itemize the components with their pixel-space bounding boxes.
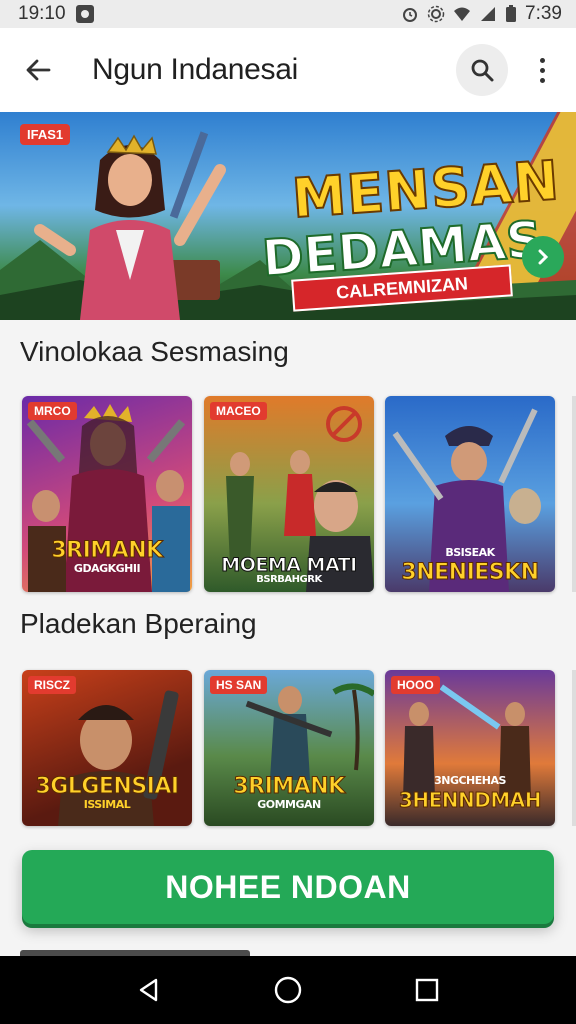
page-title: Ngun Indanesai — [92, 53, 298, 86]
card-caption: 3GLGENSIAI — [35, 774, 180, 800]
game-card[interactable]: RISCZ 3GLGENSIAI ISSIMAL — [22, 670, 192, 826]
back-arrow-icon — [26, 59, 51, 81]
card-tag: MRCO — [28, 402, 77, 420]
game-card[interactable]: MRCO 3RIMANK GDAGKGHII — [22, 396, 192, 592]
signal-icon — [481, 7, 496, 21]
notification-icon — [75, 5, 94, 23]
status-time: 19:10 — [18, 3, 66, 24]
alarm-icon — [403, 8, 418, 22]
card-subcaption: ISSIMAL — [83, 798, 131, 811]
card-tag: HS SAN — [210, 676, 268, 694]
card-subcaption: 3NGCHEHAS — [434, 774, 506, 787]
card-caption: 3HENNDMAH — [398, 788, 542, 813]
section-title-1: Vinolokaa Sesmasing — [20, 336, 289, 367]
card-caption: 3RIMANK — [51, 538, 164, 564]
game-card[interactable]: HOOO 3NGCHEHAS 3HENNDMAH — [385, 670, 555, 826]
hero-tag-badge: IFAS1 — [20, 124, 71, 145]
card-tag: RISCZ — [28, 676, 76, 694]
hero-character-art — [34, 131, 226, 320]
nav-recents-icon[interactable] — [414, 977, 440, 1003]
status-bar: 19:10 7:39 — [0, 0, 576, 28]
status-time-right: 7:39 — [525, 3, 562, 24]
section-title-2: Pladekan Bperaing — [20, 608, 257, 639]
system-nav-bar — [0, 956, 576, 1024]
card-tag: MACEO — [210, 402, 267, 420]
nav-back-icon[interactable] — [136, 977, 162, 1003]
search-icon — [471, 59, 494, 82]
settings-icon — [427, 5, 445, 23]
app-bar: Ngun Indanesai — [0, 28, 576, 112]
card-caption: 3NENIESKN — [401, 560, 540, 586]
card-subcaption: BSRBAHGRK — [256, 574, 322, 585]
card-subcaption: BSISEAK — [445, 546, 495, 559]
card-tag: HOOO — [391, 676, 440, 694]
back-button[interactable] — [0, 28, 76, 112]
next-card-peek — [572, 396, 576, 592]
chevron-right-icon — [538, 249, 549, 265]
card-caption: 3RIMANK — [233, 774, 346, 800]
nav-home-icon[interactable] — [273, 975, 303, 1005]
more-vert-icon — [539, 57, 545, 63]
battery-icon — [506, 5, 517, 22]
wifi-icon — [454, 7, 471, 21]
card-subcaption: GDAGKGHII — [73, 562, 141, 575]
game-card[interactable]: MACEO MOEMA MATI BSRBAHGRK — [204, 396, 374, 592]
primary-action-button[interactable]: NOHEE NDOAN — [22, 850, 554, 924]
hero-banner[interactable]: IFAS1 MENSAN DEDAMAS CALREMNIZAN — [0, 112, 576, 320]
card-caption: MOEMA MATI — [221, 554, 358, 577]
next-card-peek — [572, 670, 576, 826]
game-card[interactable]: BSISEAK 3NENIESKN — [385, 396, 555, 592]
search-button[interactable] — [456, 44, 508, 96]
card-subcaption: GOMMGAN — [257, 798, 321, 811]
more-options-button[interactable] — [524, 44, 560, 96]
hero-next-button[interactable] — [522, 236, 564, 278]
game-card[interactable]: HS SAN 3RIMANK GOMMGAN — [204, 670, 374, 826]
